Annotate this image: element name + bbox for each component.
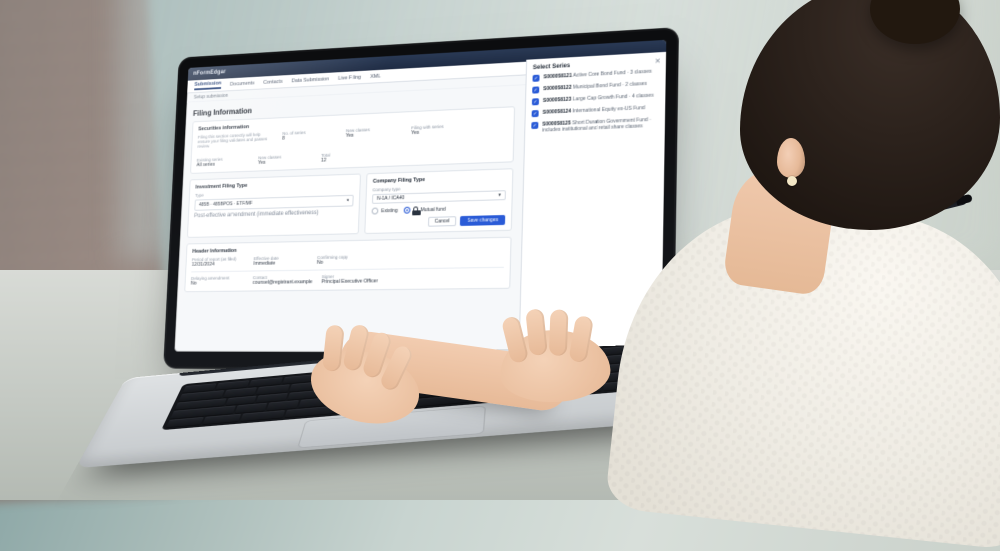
checkbox-checked-icon[interactable]: ✓ — [532, 110, 539, 117]
nav-tab-xml[interactable]: XML — [370, 73, 381, 79]
field-label: Effective date — [254, 255, 308, 261]
securities-heading: Securities information — [198, 112, 508, 132]
series-item-text: S000058121 Active Core Bond Fund · 3 cla… — [543, 69, 651, 82]
series-item[interactable]: ✓ S000058124 International Equity ex-US … — [532, 104, 659, 117]
select-series-panel: ✕ Select Series ✓ S000058121 Active Core… — [519, 52, 667, 353]
app-window: nFormEdgar Submission Documents Contacts… — [174, 40, 666, 353]
field-label: New classes — [346, 126, 402, 133]
page-title: Filing Information — [193, 93, 516, 117]
inv-type-heading: Investment Filing Type — [195, 179, 354, 190]
field-value: Yes — [258, 158, 312, 166]
series-id: S000058123 — [543, 97, 572, 104]
breadcrumb-text: Setup submission — [194, 93, 228, 100]
app-brand: nFormEdgar — [193, 69, 226, 76]
field-label: New classes — [258, 153, 312, 160]
field-value: All series — [196, 161, 249, 169]
cancel-button[interactable]: Cancel — [428, 216, 457, 227]
securities-information-card: Securities information Filing this secti… — [190, 106, 515, 174]
radio-label: Mutual fund — [420, 206, 445, 213]
series-id: S000058124 — [543, 109, 572, 116]
field-label: Total — [321, 151, 377, 158]
nav-tab-contacts[interactable]: Contacts — [263, 79, 283, 86]
radio-checked-icon — [403, 207, 410, 214]
field-label: Confirming copy — [317, 254, 373, 260]
photo-environment: nFormEdgar Submission Documents Contacts… — [0, 0, 1000, 500]
field-value: Immediate — [253, 260, 308, 267]
field-value: Yes — [411, 128, 469, 136]
field-value: 8 — [282, 134, 337, 142]
chevron-down-icon: ▾ — [498, 192, 501, 198]
series-desc: Large Cap Growth Fund · 4 classes — [573, 93, 654, 103]
series-desc: Municipal Bond Fund · 2 classes — [573, 81, 647, 91]
field-label: Filing with series — [411, 123, 469, 130]
field-value: Yes — [346, 131, 402, 139]
comp-type-select[interactable]: N-1A / ICA40 ▾ — [372, 190, 506, 204]
field-value: 12 — [321, 156, 377, 164]
field-value: No — [317, 259, 373, 266]
series-id: S000058121 — [543, 73, 572, 80]
series-desc: Active Core Bond Fund · 3 classes — [573, 69, 652, 79]
field-label: Delaying amendment — [191, 275, 244, 280]
nav-tab-documents[interactable]: Documents — [230, 80, 255, 87]
series-item[interactable]: ✓ S000058123 Large Cap Growth Fund · 4 c… — [532, 92, 659, 105]
radio-label: Existing — [381, 208, 398, 214]
field-label: Existing series — [197, 156, 250, 163]
laptop-screen: nFormEdgar Submission Documents Contacts… — [174, 40, 666, 353]
field-label: Signer — [322, 274, 379, 280]
checkbox-checked-icon[interactable]: ✓ — [532, 86, 539, 93]
radio-existing[interactable]: Existing — [372, 207, 398, 214]
main-content: Filing Information Securities informatio… — [174, 85, 523, 352]
inv-type-select[interactable]: 485B · 485BPOS · ETF/MF ▾ — [194, 195, 353, 211]
checkbox-checked-icon[interactable]: ✓ — [531, 122, 538, 129]
series-desc: International Equity ex-US Fund — [572, 105, 645, 114]
nav-tab-datasubmission[interactable]: Data Submission — [291, 76, 329, 84]
comp-type-value: N-1A / ICA40 — [377, 195, 405, 202]
checkbox-checked-icon[interactable]: ✓ — [532, 98, 539, 105]
field-label: No. of series — [282, 129, 337, 136]
field-value: Principal Executive Officer — [321, 278, 378, 285]
field-value: 12/31/2024 — [192, 261, 245, 268]
investment-filing-type-card: Investment Filing Type Type 485B · 485BP… — [187, 173, 361, 237]
inv-type-value: 485B · 485BPOS · ETF/MF — [199, 201, 253, 208]
securities-description: Filing this section correctly will help … — [197, 132, 273, 149]
field-value: counsel@registrant.example — [253, 279, 313, 285]
lock-icon — [413, 206, 418, 211]
field-value: No — [191, 280, 244, 286]
series-item[interactable]: ✓ S000058125 Short Duration Government F… — [531, 117, 659, 135]
inv-type-description: Post-effective amendment (immediate effe… — [194, 209, 353, 219]
close-icon[interactable]: ✕ — [655, 57, 661, 65]
radio-icon — [372, 208, 379, 215]
chevron-down-icon: ▾ — [346, 198, 349, 204]
series-item[interactable]: ✓ S000058121 Active Core Bond Fund · 3 c… — [532, 68, 659, 82]
company-filing-type-card: Company Filing Type Company type N-1A / … — [364, 168, 513, 234]
nav-tab-livefiling[interactable]: Live Filing — [338, 74, 361, 81]
checkbox-checked-icon[interactable]: ✓ — [532, 75, 539, 82]
series-item[interactable]: ✓ S000058122 Municipal Bond Fund · 2 cla… — [532, 80, 659, 93]
radio-mutual-fund[interactable]: Mutual fund — [403, 206, 445, 214]
nav-tab-submission[interactable]: Submission — [194, 81, 221, 91]
field-label: Period of report (as filed) — [192, 256, 245, 262]
series-id: S000058122 — [543, 85, 572, 92]
field-label: Contact — [253, 274, 313, 280]
save-changes-button[interactable]: Save changes — [460, 215, 505, 226]
comp-type-options: Existing Mutual fund — [372, 204, 506, 214]
header-information-card: Header Information Period of report (as … — [184, 237, 511, 292]
inv-type-field-label: Type — [195, 188, 354, 198]
